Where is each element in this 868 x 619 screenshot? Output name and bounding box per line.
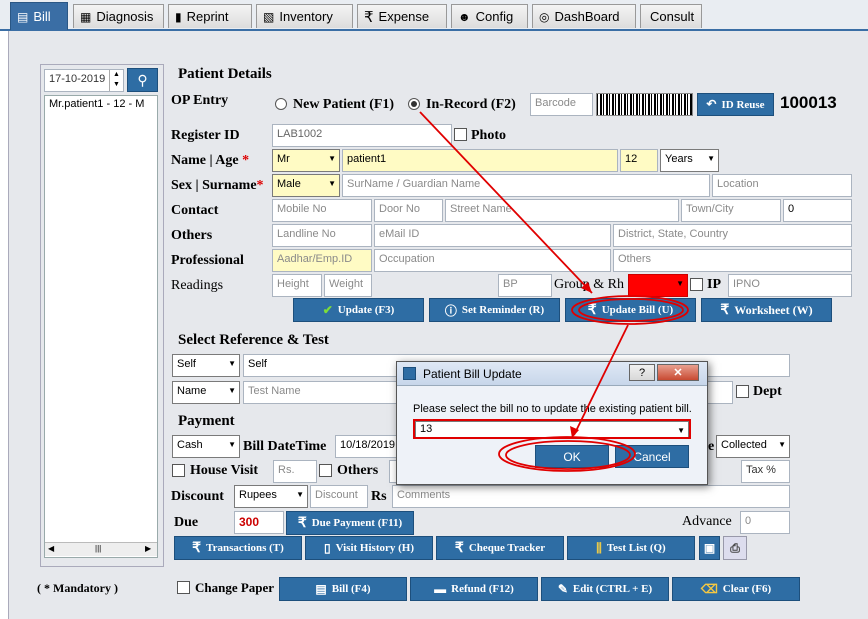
annotation-arrow-to-update-bill (419, 111, 593, 294)
annotation-overlay (413, 111, 691, 472)
annotation-circle-ok-inner (505, 440, 631, 470)
annotation-circle-ok (498, 436, 636, 472)
annotation-circle-update-bill (571, 295, 689, 325)
annotation-arrow-to-bill-select (573, 324, 629, 436)
annotation-circle-update-bill-inner (578, 298, 684, 322)
annotation-box-bill-select (413, 419, 691, 439)
